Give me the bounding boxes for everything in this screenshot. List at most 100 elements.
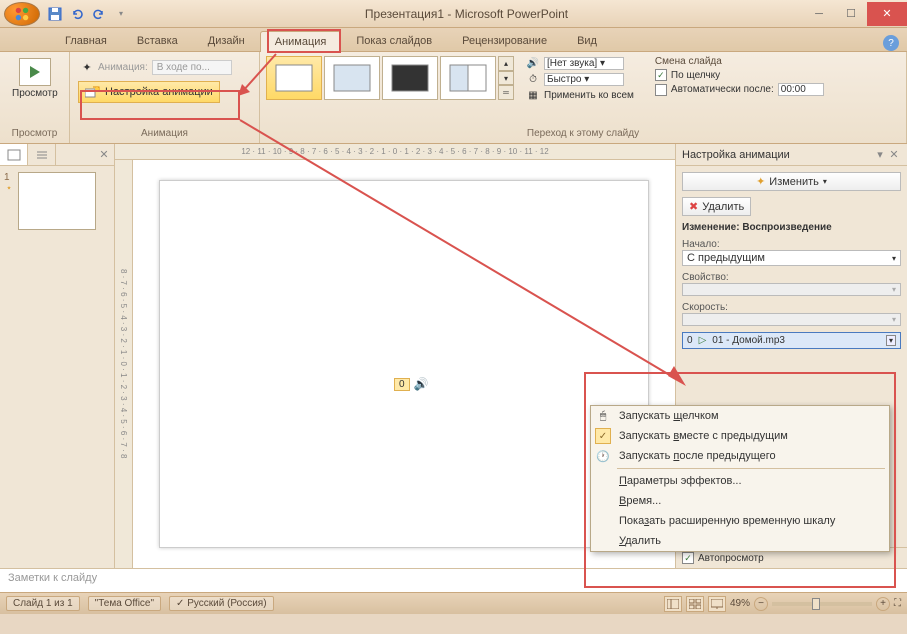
zoom-out-icon[interactable]: − (754, 597, 768, 611)
taskpane-close-icon[interactable]: ✕ (887, 148, 901, 161)
ctx-effect-options[interactable]: Параметры эффектов... (591, 471, 889, 491)
sound-icon: 🔊 (526, 56, 540, 70)
transition-sound-select[interactable]: [Нет звука] ▾ (544, 57, 624, 70)
tab-slideshow[interactable]: Показ слайдов (341, 30, 447, 51)
transition-fade[interactable] (324, 56, 380, 100)
separator (617, 468, 885, 469)
autopreview-checkbox[interactable] (682, 552, 694, 564)
group-preview: Просмотр Просмотр (0, 52, 70, 143)
play-icon (19, 58, 51, 86)
speaker-icon: 🔊 (414, 377, 429, 391)
ctx-start-with-previous[interactable]: ✓ Запускать вместе с предыдущим (591, 426, 889, 446)
group-transition-label: Переход к этому слайду (264, 126, 902, 141)
slides-panel-close-icon[interactable]: ✕ (94, 144, 114, 165)
ctx-start-after-previous[interactable]: 🕐 Запускать после предыдущего (591, 446, 889, 466)
group-animation: ✦ Анимация: В ходе по... Настройка анима… (70, 52, 260, 143)
auto-after-input[interactable]: 00:00 (778, 83, 824, 96)
gallery-more-icon[interactable]: ═ (498, 85, 514, 100)
custom-animation-label: Настройка анимации (105, 86, 213, 98)
office-button[interactable] (4, 2, 40, 26)
thumbnail-number: 1 (4, 172, 14, 183)
tab-design[interactable]: Дизайн (193, 30, 260, 51)
transition-cut[interactable] (440, 56, 496, 100)
change-effect-button[interactable]: ✦ Изменить ▾ (682, 172, 901, 191)
horizontal-ruler: 12 · 11 · 10 · 9 · 8 · 7 · 6 · 5 · 4 · 3… (115, 144, 675, 160)
quick-access-toolbar: ▾ (46, 5, 130, 23)
vertical-ruler: 8 · 7 · 6 · 5 · 4 · 3 · 2 · 1 · 0 · 1 · … (115, 160, 133, 568)
ribbon: Просмотр Просмотр ✦ Анимация: В ходе по.… (0, 52, 907, 144)
titlebar: ▾ Презентация1 - Microsoft PowerPoint ─ … (0, 0, 907, 28)
slideshow-view-icon[interactable] (708, 596, 726, 612)
animation-combo-label: Анимация: (98, 62, 148, 73)
slide-thumbnail[interactable] (18, 172, 96, 230)
normal-view-icon[interactable] (664, 596, 682, 612)
on-click-checkbox[interactable] (655, 69, 667, 81)
speed-select: ▾ (682, 313, 901, 326)
minimize-button[interactable]: ─ (803, 2, 835, 26)
change-title: Смена слайда (655, 56, 824, 67)
gallery-up-icon[interactable]: ▴ (498, 56, 514, 71)
ctx-timing[interactable]: Время... (591, 491, 889, 511)
chevron-down-icon[interactable]: ▾ (886, 335, 896, 346)
tab-animation[interactable]: Анимация (260, 31, 342, 52)
taskpane-header: Настройка анимации ▾ ✕ (676, 144, 907, 166)
slide-change-options: Смена слайда По щелчку Автоматически пос… (649, 54, 830, 98)
property-select: ▾ (682, 283, 901, 296)
undo-icon[interactable] (68, 5, 86, 23)
tab-review[interactable]: Рецензирование (447, 30, 562, 51)
window-title: Презентация1 - Microsoft PowerPoint (130, 7, 803, 21)
spellcheck-icon: ✓ (176, 598, 184, 609)
speed-icon: ⏱ (526, 72, 540, 86)
help-icon[interactable]: ? (883, 35, 899, 51)
media-object[interactable]: 0 🔊 (394, 377, 429, 391)
zoom-slider[interactable] (772, 602, 872, 606)
tab-home[interactable]: Главная (50, 30, 122, 51)
ctx-show-timeline[interactable]: Показать расширенную временную шкалу (591, 511, 889, 531)
status-language[interactable]: ✓ Русский (Россия) (169, 596, 274, 611)
effect-list-item[interactable]: 0 ▷ 01 - Домой.mp3 ▾ (682, 332, 901, 349)
sorter-view-icon[interactable] (686, 596, 704, 612)
transition-speed-select[interactable]: Быстро ▾ (544, 73, 624, 86)
tab-insert[interactable]: Вставка (122, 30, 193, 51)
custom-animation-button[interactable]: Настройка анимации (78, 81, 220, 103)
slides-tab-thumbnails[interactable] (0, 144, 28, 165)
auto-after-checkbox[interactable] (655, 84, 667, 96)
save-icon[interactable] (46, 5, 64, 23)
close-button[interactable]: ✕ (867, 2, 907, 26)
transition-gallery: ▴ ▾ ═ (264, 54, 516, 102)
taskpane-dropdown-icon[interactable]: ▾ (873, 148, 887, 161)
property-label: Свойство: (682, 272, 901, 283)
star-icon: ✦ (756, 175, 765, 188)
ctx-start-on-click[interactable]: 🖱 Запускать щелчком (591, 406, 889, 426)
autopreview-label: Автопросмотр (698, 553, 764, 564)
transition-none[interactable] (266, 56, 322, 100)
group-preview-label: Просмотр (4, 126, 65, 141)
fit-window-icon[interactable]: ⛶ (894, 598, 901, 609)
mouse-icon: 🖱 (595, 408, 611, 424)
auto-after-label: Автоматически после: (671, 84, 774, 95)
ctx-remove[interactable]: Удалить (591, 531, 889, 551)
maximize-button[interactable]: ☐ (835, 2, 867, 26)
animation-combo-select[interactable]: В ходе по... (152, 60, 232, 75)
media-index-badge: 0 (394, 378, 410, 391)
zoom-percent[interactable]: 49% (730, 598, 750, 609)
status-slide: Слайд 1 из 1 (6, 596, 80, 611)
gallery-down-icon[interactable]: ▾ (498, 71, 514, 86)
ribbon-tabs: Главная Вставка Дизайн Анимация Показ сл… (0, 28, 907, 52)
tab-view[interactable]: Вид (562, 30, 612, 51)
animation-combo: ✦ Анимация: В ходе по... (78, 58, 234, 77)
slide-canvas[interactable]: 0 🔊 (159, 180, 649, 548)
qat-dropdown-icon[interactable]: ▾ (112, 5, 130, 23)
transition-fade-black[interactable] (382, 56, 438, 100)
slides-tab-outline[interactable] (28, 144, 56, 165)
start-select[interactable]: С предыдущим▾ (682, 250, 901, 266)
notes-pane[interactable]: Заметки к слайду (0, 568, 907, 592)
apply-all-button[interactable]: ▦ Применить ко всем (526, 88, 634, 102)
preview-button[interactable]: Просмотр (4, 54, 66, 103)
redo-icon[interactable] (90, 5, 108, 23)
check-icon: ✓ (595, 428, 611, 444)
delete-effect-button[interactable]: ✖ Удалить (682, 197, 751, 216)
start-label: Начало: (682, 239, 901, 250)
group-animation-label: Анимация (74, 126, 255, 141)
zoom-in-icon[interactable]: + (876, 597, 890, 611)
